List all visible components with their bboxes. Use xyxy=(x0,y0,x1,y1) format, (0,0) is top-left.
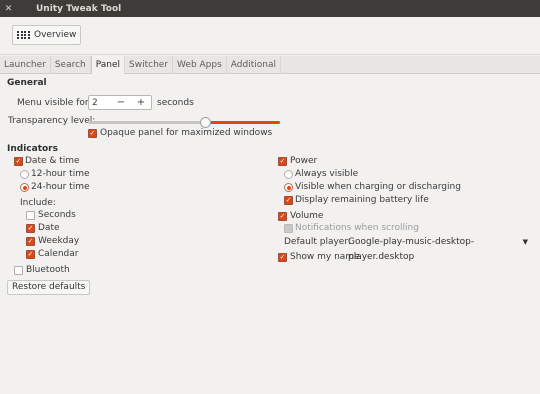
visible-charging-label: Visible when charging or discharging xyxy=(295,182,461,192)
notifications-scrolling-label: Notifications when scrolling xyxy=(295,223,419,233)
power-label: Power xyxy=(290,156,318,166)
grid-icon xyxy=(17,31,31,39)
tab-panel[interactable]: Panel xyxy=(90,56,126,75)
always-visible-radio[interactable] xyxy=(284,170,293,179)
chevron-down-icon: ▼ xyxy=(522,238,528,246)
restore-defaults-button[interactable]: Restore defaults xyxy=(7,280,91,295)
include-label: Include: xyxy=(20,198,56,208)
general-section-title: General xyxy=(7,78,47,88)
weekday-checkbox[interactable]: ✓ xyxy=(26,237,35,246)
transparency-slider-fill xyxy=(205,121,280,124)
12-hour-radio[interactable] xyxy=(20,170,29,179)
date-time-checkbox[interactable]: ✓ xyxy=(14,157,23,166)
menu-visible-label: Menu visible for: xyxy=(17,98,92,108)
24-hour-radio[interactable] xyxy=(20,183,29,192)
show-my-name-checkbox[interactable]: ✓ xyxy=(278,253,287,262)
menu-visible-stepper[interactable]: 2 − + xyxy=(88,95,152,110)
always-visible-label: Always visible xyxy=(295,169,359,179)
tab-switcher[interactable]: Switcher xyxy=(125,56,174,74)
volume-label: Volume xyxy=(290,211,324,221)
transparency-slider-handle[interactable] xyxy=(200,117,211,128)
tab-launcher[interactable]: Launcher xyxy=(0,56,51,74)
decrement-button[interactable]: − xyxy=(111,97,131,108)
volume-checkbox[interactable]: ✓ xyxy=(278,212,287,221)
default-player-label: Default player: xyxy=(284,237,351,247)
calendar-label: Calendar xyxy=(38,249,79,259)
indicators-section-title: Indicators xyxy=(7,144,58,154)
display-battery-checkbox[interactable]: ✓ xyxy=(284,196,293,205)
date-label: Date xyxy=(38,223,60,233)
24-hour-label: 24-hour time xyxy=(31,182,90,192)
toolbar: Overview xyxy=(0,17,540,55)
seconds-checkbox[interactable] xyxy=(26,211,35,220)
display-battery-label: Display remaining battery life xyxy=(295,195,429,205)
transparency-label: Transparency level: xyxy=(8,116,96,126)
default-player-dropdown[interactable]: Google-play-music-desktop-player.desktop… xyxy=(348,235,530,262)
power-checkbox[interactable]: ✓ xyxy=(278,157,287,166)
seconds-label: Seconds xyxy=(38,210,76,220)
panel-settings: General Menu visible for: 2 − + seconds … xyxy=(0,74,540,394)
date-time-label: Date & time xyxy=(25,156,80,166)
overview-button[interactable]: Overview xyxy=(12,25,82,45)
weekday-label: Weekday xyxy=(38,236,80,246)
increment-button[interactable]: + xyxy=(131,97,151,108)
menu-visible-value[interactable]: 2 xyxy=(89,98,111,108)
date-checkbox[interactable]: ✓ xyxy=(26,224,35,233)
bluetooth-label: Bluetooth xyxy=(26,265,70,275)
bluetooth-checkbox[interactable] xyxy=(14,266,23,275)
visible-charging-radio[interactable] xyxy=(284,183,293,192)
close-icon[interactable]: ✕ xyxy=(0,0,17,17)
tab-web-apps[interactable]: Web Apps xyxy=(173,56,227,74)
window-titlebar: ✕ Unity Tweak Tool xyxy=(0,0,540,17)
tab-search[interactable]: Search xyxy=(51,56,91,74)
tab-additional[interactable]: Additional xyxy=(227,56,281,74)
default-player-value: Google-play-music-desktop-player.desktop xyxy=(348,237,475,262)
calendar-checkbox[interactable]: ✓ xyxy=(26,250,35,259)
opaque-panel-checkbox[interactable]: ✓ xyxy=(88,129,97,138)
window-title: Unity Tweak Tool xyxy=(36,3,122,14)
seconds-unit-label: seconds xyxy=(157,98,194,108)
overview-label: Overview xyxy=(34,30,77,40)
tab-bar: Launcher Search Panel Switcher Web Apps … xyxy=(0,56,540,75)
notifications-scrolling-checkbox xyxy=(284,224,293,233)
show-my-name-label: Show my name xyxy=(290,252,360,262)
12-hour-label: 12-hour time xyxy=(31,169,90,179)
opaque-panel-label: Opaque panel for maximized windows xyxy=(100,128,273,138)
